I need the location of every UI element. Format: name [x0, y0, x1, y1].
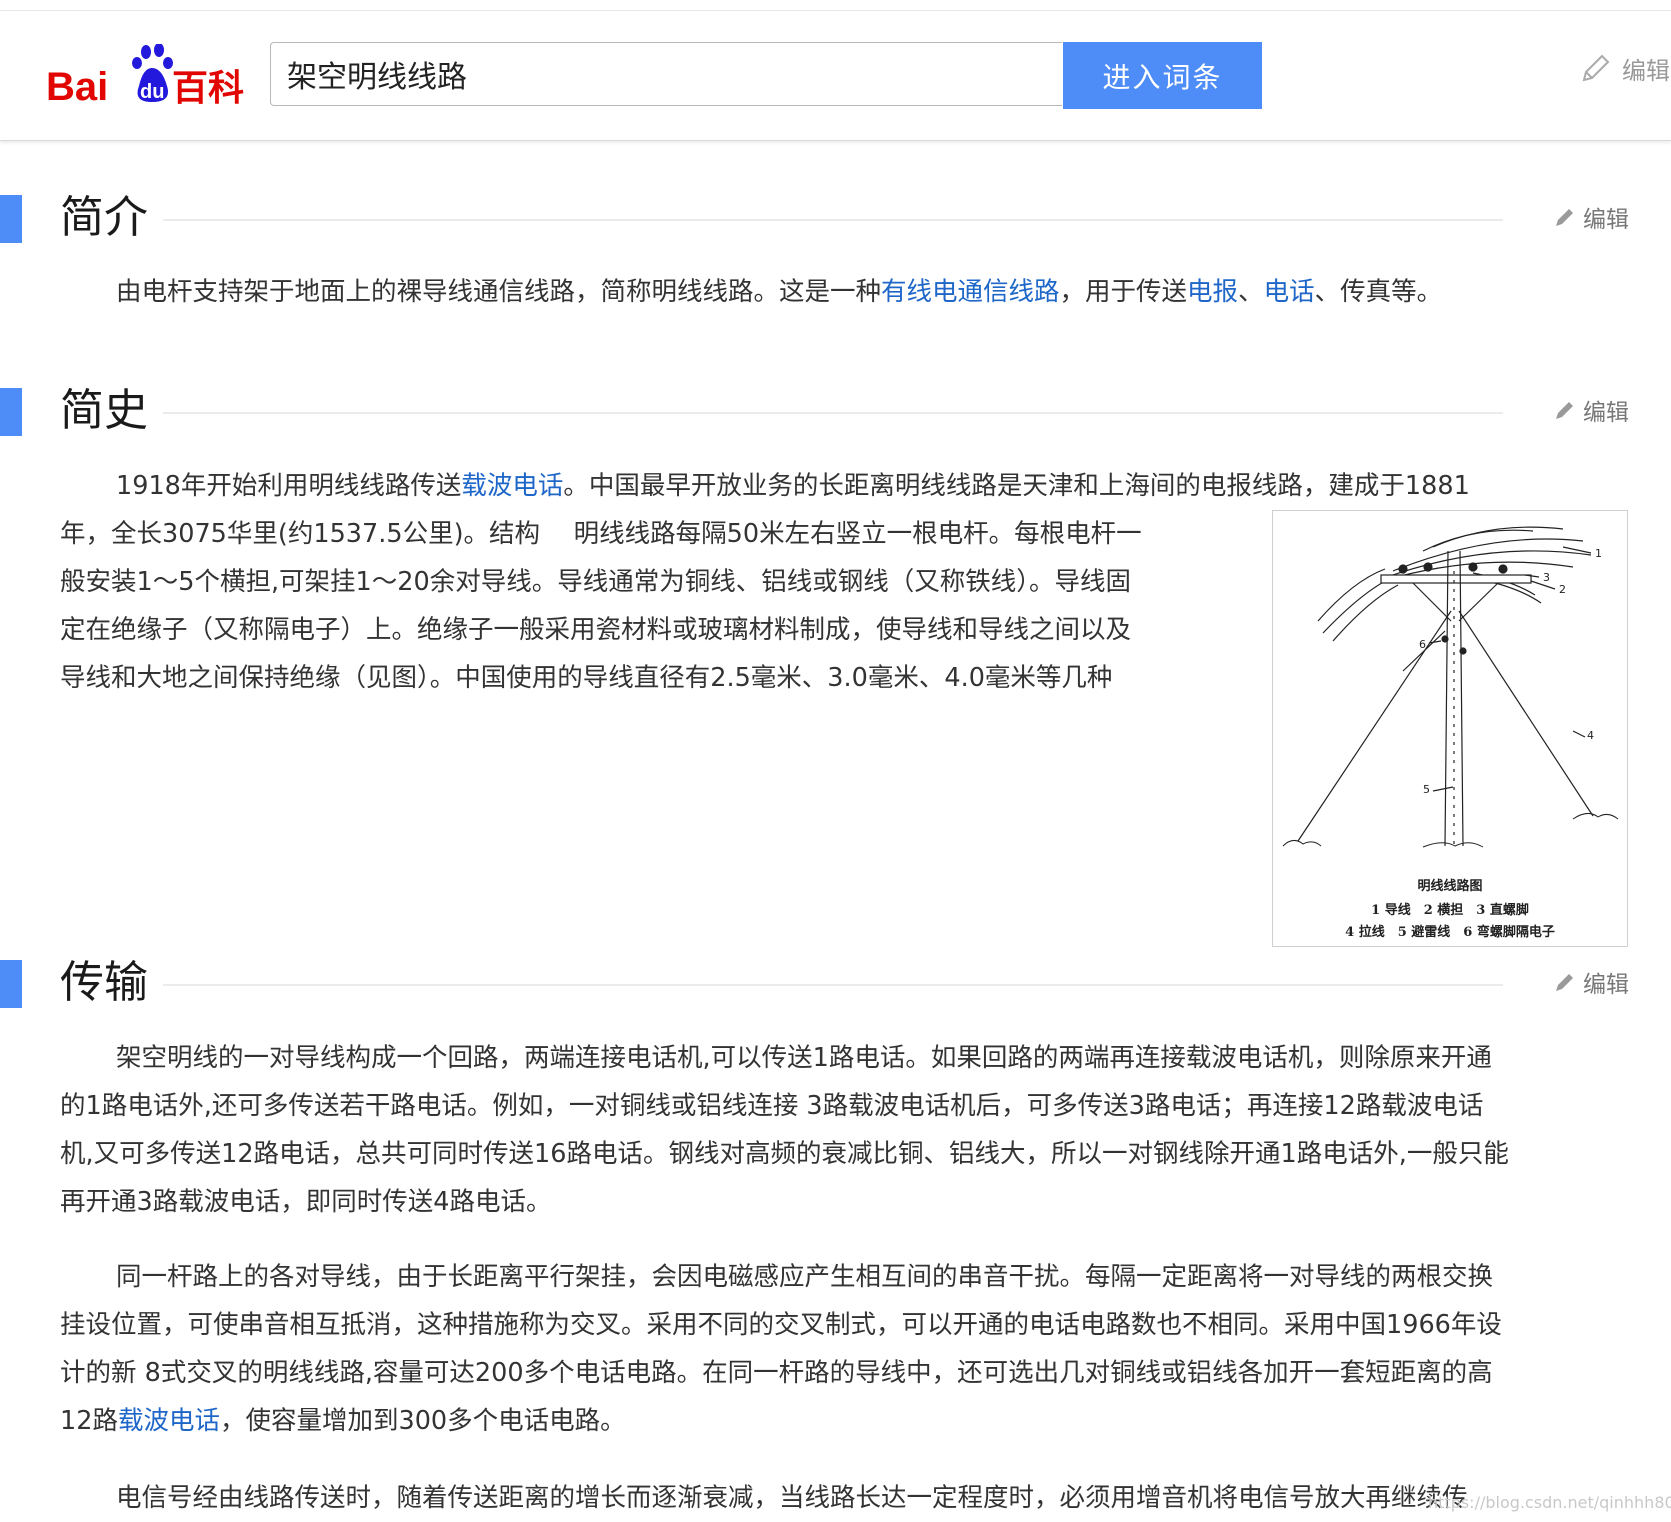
edit-label: 编辑 — [1583, 207, 1629, 233]
pencil-icon — [1556, 974, 1573, 991]
link-telegraph[interactable]: 电报 — [1187, 277, 1238, 307]
search-box[interactable] — [270, 42, 1062, 106]
transmission-p2-line-1: 同一杆路上的各对导线，由于长距离平行架挂，会因电磁感应产生相互间的串音干扰。每隔… — [116, 1262, 1494, 1292]
pencil-icon — [1556, 209, 1573, 226]
transmission-p1-line-1: 架空明线的一对导线构成一个回路，两端连接电话机,可以传送1路电话。如果回路的两端… — [116, 1043, 1492, 1073]
history-line-4: 定在绝缘子（又称隔电子）上。绝缘子一般采用瓷材料或玻璃材料制成，使导线和导线之间… — [60, 615, 1132, 645]
section-heading-transmission: 传输 编辑 — [0, 953, 1671, 1013]
edit-label: 编辑 — [1583, 972, 1629, 998]
section-marker — [0, 388, 22, 436]
section-divider — [163, 219, 1503, 221]
history-line-3: 般安装1～5个横担,可架挂1～20余对导线。导线通常为铜线、铝线或钢线（又称铁线… — [60, 567, 1131, 597]
figure-label-2: 2 — [1559, 583, 1566, 596]
header: Bai du 百科 进入词条 编辑 — [0, 11, 1671, 141]
figure-caption-row-1: 1 导线 2 横担 3 直螺脚 — [1371, 903, 1529, 918]
figure-caption-row-2: 4 拉线 5 避雷线 6 弯螺脚隔电子 — [1345, 925, 1555, 940]
telegraph-pole-diagram: 1 2 3 4 5 6 — [1282, 526, 1619, 848]
edit-button[interactable]: 编辑 — [1578, 51, 1670, 86]
transmission-p2-line-2: 挂设位置，可使串音相互抵消，这种措施称为交叉。采用不同的交叉制式，可以开通的电话… — [60, 1310, 1502, 1340]
link-carrier-telephone[interactable]: 载波电话 — [461, 471, 563, 501]
section-divider — [163, 412, 1503, 414]
search-input[interactable] — [271, 43, 1062, 105]
watermark: https://blog.csdn.net/qinhhh8086 — [1428, 1493, 1671, 1512]
text: ，使容量增加到300多个电话电路。 — [219, 1406, 626, 1436]
text: 。中国最早开放业务的长距离明线线路是天津和上海间的电报线路，建成于1881 — [563, 471, 1470, 501]
history-line-5: 导线和大地之间保持绝缘（见图）。中国使用的导线直径有2.5毫米、3.0毫米、4.… — [60, 663, 1113, 693]
transmission-p1-line-2: 的1路电话外,还可多传送若干路电话。例如，一对铜线或铝线连接 3路载波电话机后，… — [60, 1091, 1484, 1121]
history-line-1: 1918年开始利用明线线路传送载波电话。中国最早开放业务的长距离明线线路是天津和… — [60, 462, 1671, 510]
section-marker — [0, 960, 22, 1008]
section-title: 简介 — [60, 192, 148, 243]
link-telephone[interactable]: 电话 — [1264, 277, 1315, 307]
edit-label: 编辑 — [1583, 400, 1629, 426]
transmission-p2-line-3: 计的新 8式交叉的明线线路,容量可达200多个电话电路。在同一杆路的导线中，还可… — [60, 1358, 1493, 1388]
baidu-baike-logo[interactable]: Bai du 百科 — [46, 44, 251, 114]
section-edit-button[interactable]: 编辑 — [1553, 965, 1629, 999]
enter-entry-button[interactable]: 进入词条 — [1063, 42, 1262, 109]
figure-caption-title: 明线线路图 — [1417, 879, 1483, 894]
text: 1918年开始利用明线线路传送 — [116, 471, 462, 501]
figure-label-4: 4 — [1587, 729, 1594, 742]
section-edit-button[interactable]: 编辑 — [1553, 393, 1629, 427]
section-title: 传输 — [60, 957, 148, 1008]
section-title: 简史 — [60, 385, 148, 436]
text: 、传真等。 — [1314, 277, 1443, 307]
figure-label-3: 3 — [1543, 571, 1550, 584]
svg-text:Bai: Bai — [46, 65, 108, 109]
section-divider — [163, 984, 1503, 986]
figure-label-5: 5 — [1423, 783, 1430, 796]
pencil-icon — [1556, 402, 1573, 419]
transmission-p1-line-3: 机,又可多传送12路电话，总共可同时传送16路电话。钢线对高频的衰减比铜、铝线大… — [60, 1139, 1509, 1169]
svg-text:du: du — [140, 81, 164, 103]
text: 12路 — [60, 1406, 118, 1436]
section-marker — [0, 195, 22, 243]
link-wired-communication[interactable]: 有线电通信线路 — [881, 277, 1060, 307]
section-heading-intro: 简介 编辑 — [0, 188, 1671, 248]
text: ，用于传送 — [1059, 277, 1188, 307]
pencil-icon — [1582, 54, 1610, 81]
link-carrier-telephone[interactable]: 载波电话 — [118, 1406, 220, 1436]
text: 由电杆支持架于地面上的裸导线通信线路，简称明线线路。这是一种 — [116, 277, 882, 307]
transmission-p1-line-4: 再开通3路载波电话，即同时传送4路电话。 — [60, 1187, 552, 1217]
figure-label-6: 6 — [1419, 638, 1426, 651]
open-wire-line-figure[interactable]: 1 2 3 4 5 6 明线线路图 1 导线 2 横担 3 直螺脚 4 拉线 5… — [1272, 510, 1628, 947]
history-line-2: 年，全长3075华里(约1537.5公里)。结构 明线线路每隔50米左右竖立一根… — [60, 519, 1142, 549]
transmission-p2-line-4: 12路载波电话，使容量增加到300多个电话电路。 — [60, 1397, 1660, 1445]
intro-paragraph: 由电杆支持架于地面上的裸导线通信线路，简称明线线路。这是一种有线电通信线路，用于… — [60, 268, 1671, 316]
edit-label: 编辑 — [1622, 57, 1670, 85]
section-heading-history: 简史 编辑 — [0, 381, 1671, 441]
section-edit-button[interactable]: 编辑 — [1553, 200, 1629, 234]
text: 、 — [1238, 277, 1264, 307]
figure-label-1: 1 — [1595, 547, 1602, 560]
svg-text:百科: 百科 — [172, 68, 244, 109]
